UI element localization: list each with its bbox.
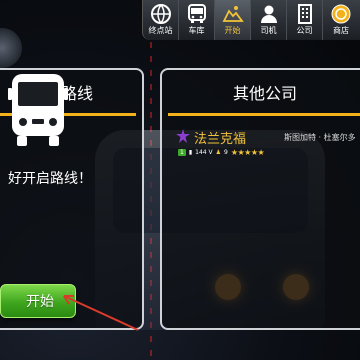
globe-icon	[149, 2, 173, 26]
route-prompt-text: 好开启路线！	[8, 171, 92, 187]
drivers-small-icon: ♟	[215, 149, 221, 156]
coins-icon	[329, 2, 353, 26]
nav-label-driver: 司机	[260, 26, 277, 35]
other-companies-panel: 其他公司	[160, 68, 360, 330]
bus-front-icon	[185, 2, 209, 26]
nav-label-terminal: 终点站	[148, 26, 173, 35]
moon-decoration	[0, 28, 22, 68]
nav-item-start[interactable]: 开始	[215, 0, 251, 40]
nav-item-shop[interactable]: 商店	[323, 0, 359, 40]
tutorial-arrow	[63, 295, 139, 331]
company-logo-icon	[176, 129, 190, 143]
nav-label-garage: 车库	[188, 26, 205, 35]
building-icon	[293, 2, 317, 26]
nav-item-terminal[interactable]: 终点站	[143, 0, 179, 40]
person-icon	[257, 2, 281, 26]
map-icon	[221, 2, 245, 26]
nav-item-company[interactable]: 公司	[287, 0, 323, 40]
company-stats: 1 ▮ 144 V ♟ 9 ★★★★★	[178, 148, 265, 157]
nav-label-company: 公司	[296, 26, 313, 35]
nav-item-driver[interactable]: 司机	[251, 0, 287, 40]
company-level-badge: 1	[178, 149, 186, 156]
nav-label-shop: 商店	[333, 26, 349, 35]
company-rating-stars: ★★★★★	[230, 148, 265, 157]
nav-item-garage[interactable]: 车库	[179, 0, 215, 40]
company-vehicle-count: 144 V	[195, 149, 213, 156]
bus-icon	[8, 70, 68, 152]
company-name: 法兰克福	[194, 132, 247, 147]
company-driver-count: 9	[224, 149, 228, 156]
company-list-item[interactable]: 法兰克福 斯图加特 · 杜塞尔多 1 ▮ 144 V ♟ 9 ★★★★★	[176, 128, 360, 164]
bus-small-icon: ▮	[188, 149, 193, 156]
top-navigation-bar: 终点站 车库 开始 司机 公司 商店	[142, 0, 360, 40]
company-location: 斯图加特 · 杜塞尔多	[284, 133, 356, 142]
nav-label-start: 开始	[224, 26, 241, 35]
other-companies-title: 其他公司	[168, 70, 360, 116]
